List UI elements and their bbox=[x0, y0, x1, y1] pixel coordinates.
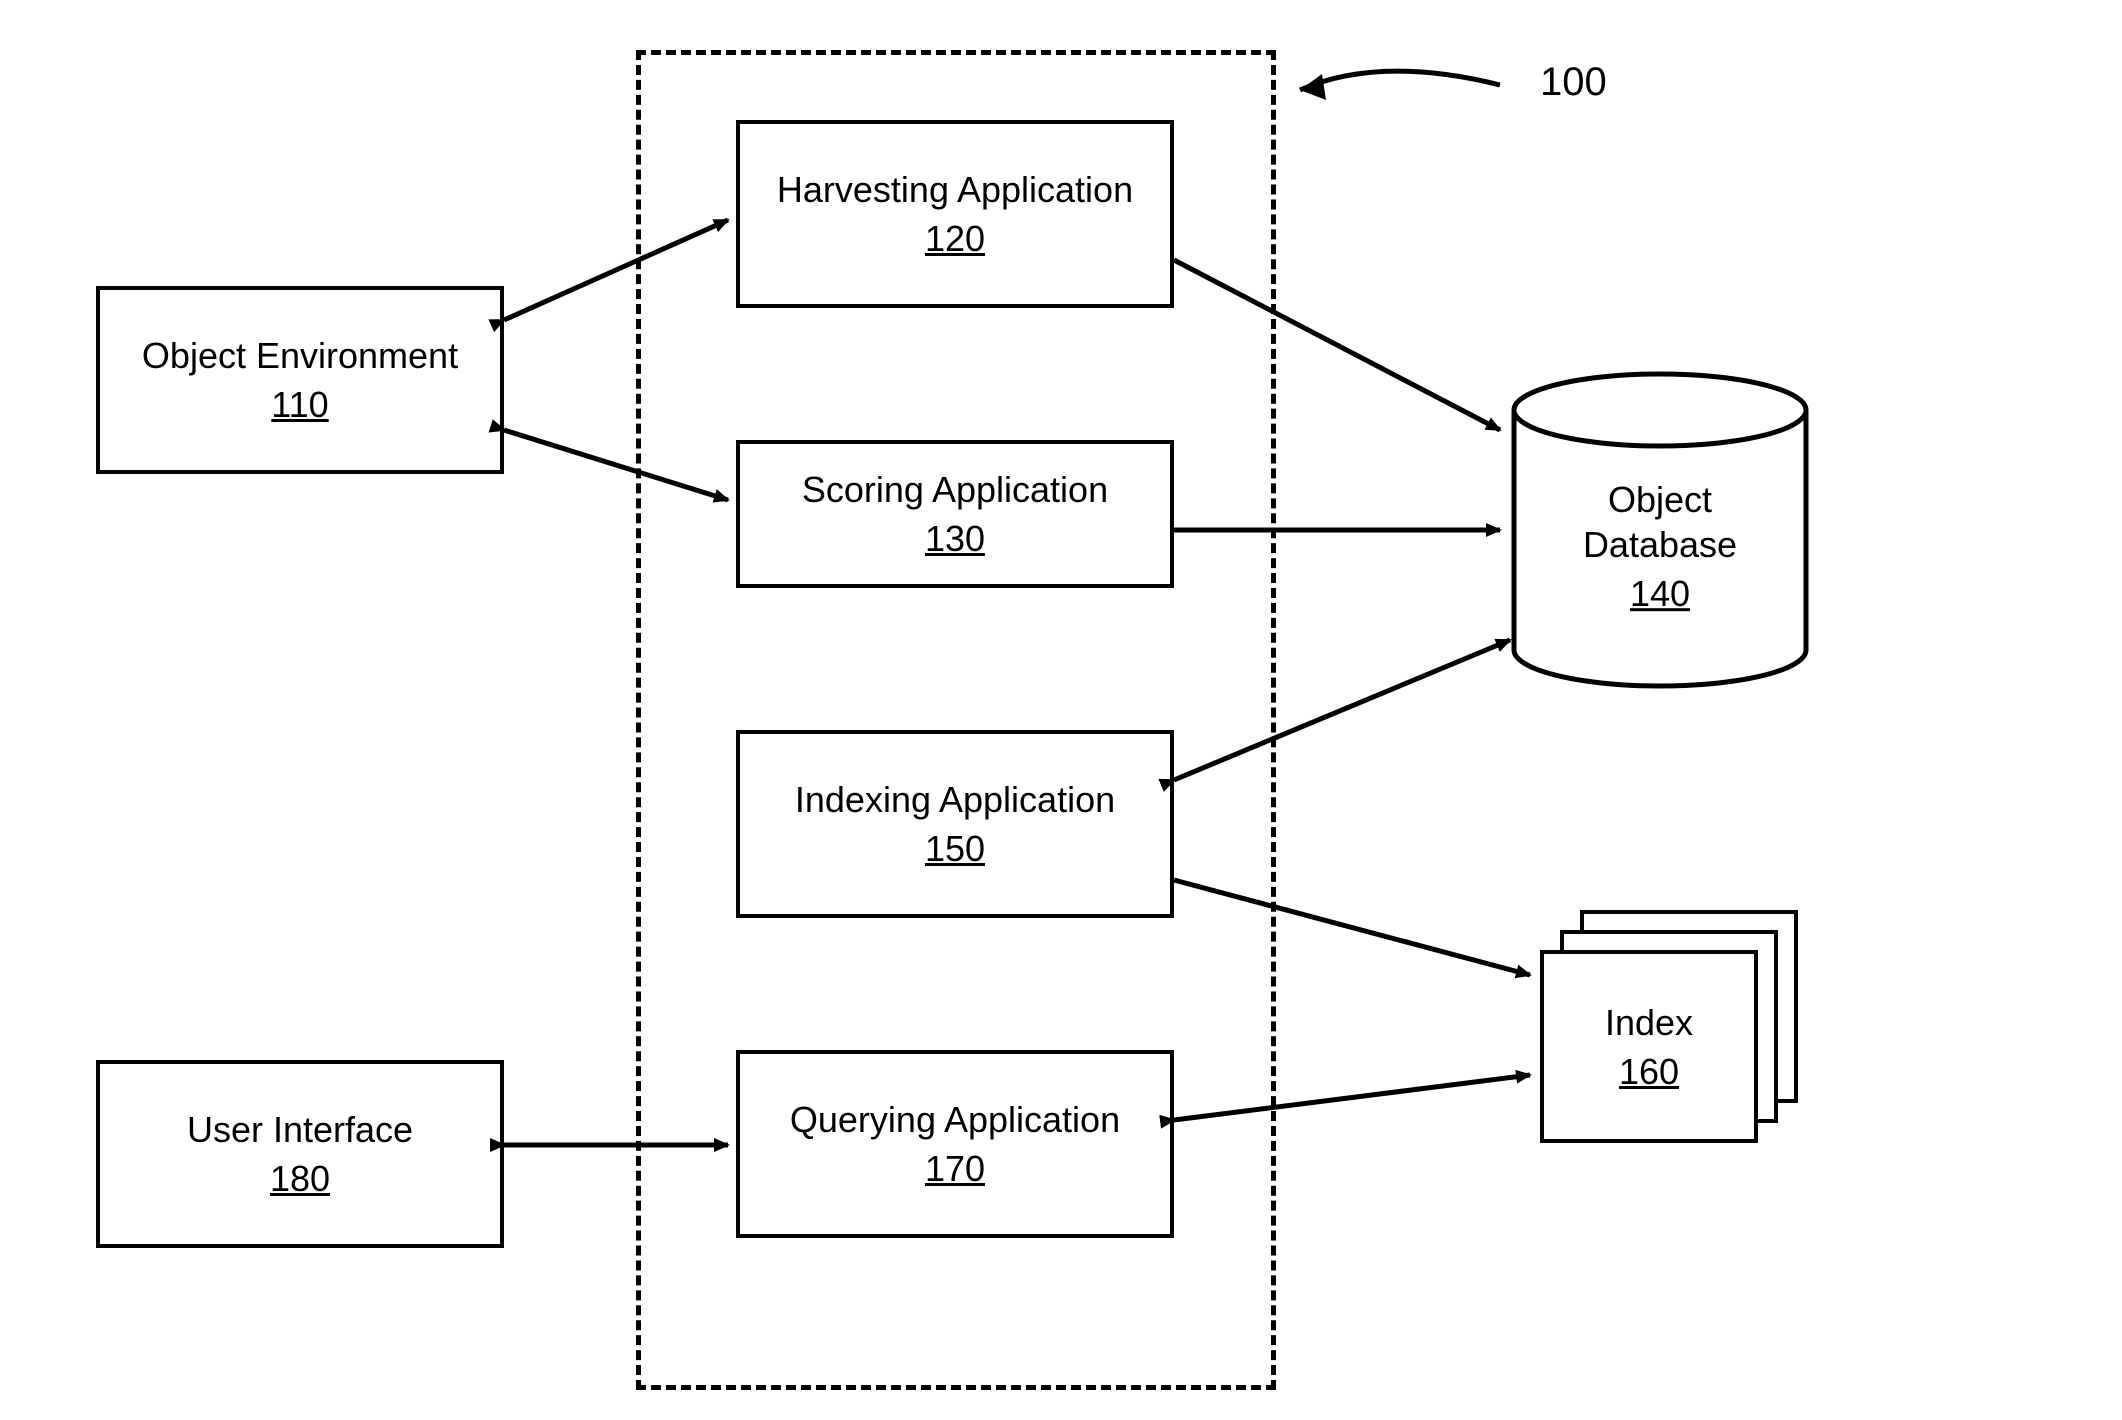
box-num: 110 bbox=[271, 382, 328, 427]
box-querying: Querying Application 170 bbox=[736, 1050, 1174, 1238]
box-harvesting: Harvesting Application 120 bbox=[736, 120, 1174, 308]
box-num: 150 bbox=[925, 826, 985, 871]
box-num: 180 bbox=[270, 1156, 330, 1201]
box-scoring: Scoring Application 130 bbox=[736, 440, 1174, 588]
box-num: 130 bbox=[925, 516, 985, 561]
box-title: User Interface bbox=[187, 1107, 413, 1152]
ref-label: 100 bbox=[1540, 60, 1607, 105]
box-num: 170 bbox=[925, 1146, 985, 1191]
box-object-environment: Object Environment 110 bbox=[96, 286, 504, 474]
box-indexing: Indexing Application 150 bbox=[736, 730, 1174, 918]
box-title: Harvesting Application bbox=[777, 167, 1133, 212]
box-user-interface: User Interface 180 bbox=[96, 1060, 504, 1248]
db-num: 140 bbox=[1630, 571, 1690, 616]
box-title: Scoring Application bbox=[802, 467, 1108, 512]
stack-num: 160 bbox=[1619, 1049, 1679, 1094]
box-num: 120 bbox=[925, 216, 985, 261]
index-stack: Index 160 bbox=[1540, 910, 1800, 1140]
object-database: Object Database 140 bbox=[1510, 370, 1810, 690]
box-title: Object Environment bbox=[142, 333, 458, 378]
db-title-line2: Database bbox=[1583, 522, 1737, 567]
stack-title: Index bbox=[1605, 1000, 1693, 1045]
db-title-line1: Object bbox=[1608, 477, 1712, 522]
box-title: Querying Application bbox=[790, 1097, 1120, 1142]
box-title: Indexing Application bbox=[795, 777, 1115, 822]
diagram-canvas: 100 Object Environment 110 Harvesting Ap… bbox=[0, 0, 2122, 1420]
